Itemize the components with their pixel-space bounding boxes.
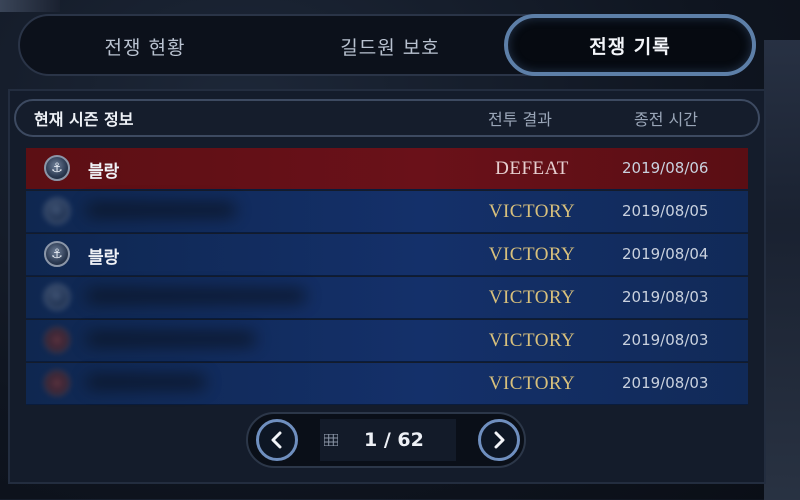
battle-result: DEFEAT [495,158,569,179]
tab-war-record[interactable]: 전쟁 기록 [504,14,756,76]
pagination: 1 / 62 [246,412,526,468]
table-row[interactable]: ⚓ 블랑 DEFEAT 2019/08/06 [26,148,748,190]
blurred-guild-name [86,203,236,217]
battle-result: VICTORY [488,330,576,351]
record-list: ⚓ 블랑 DEFEAT 2019/08/06 VICTORY 2019/08/0… [26,148,748,406]
corner-decoration [0,0,60,12]
table-row[interactable]: VICTORY 2019/08/05 [26,191,748,233]
header-season-info: 현재 시즌 정보 [34,110,134,129]
anchor-emblem-icon: ⚓ [44,241,70,267]
end-date: 2019/08/03 [622,374,709,392]
tab-war-status[interactable]: 전쟁 현황 [20,20,270,72]
battle-result: VICTORY [488,244,576,265]
chevron-right-icon [494,431,505,449]
guild-emblem-icon [44,198,70,224]
header-end-time: 종전 시간 [634,110,698,129]
end-date: 2019/08/05 [622,202,709,220]
table-row[interactable]: VICTORY 2019/08/03 [26,363,748,405]
blurred-guild-name [86,332,256,346]
header-battle-result: 전투 결과 [488,110,552,129]
tab-guild-protection[interactable]: 길드원 보호 [270,20,510,72]
table-header: 현재 시즌 정보 전투 결과 종전 시간 [14,99,760,137]
end-date: 2019/08/03 [622,288,709,306]
end-date: 2019/08/03 [622,331,709,349]
guild-emblem-icon [44,327,70,353]
end-date: 2019/08/04 [622,245,709,263]
tab-bar: 전쟁 현황 길드원 보호 전쟁 기록 [18,14,756,76]
table-row[interactable]: VICTORY 2019/08/03 [26,277,748,319]
table-row[interactable]: VICTORY 2019/08/03 [26,320,748,362]
page-indicator: 1 / 62 [320,419,456,461]
prev-page-button[interactable] [256,419,298,461]
guild-emblem-icon [44,284,70,310]
battle-result: VICTORY [488,373,576,394]
guild-name: 블랑 [88,248,120,268]
guild-name: 블랑 [88,162,120,182]
chevron-left-icon [271,431,282,449]
next-page-button[interactable] [478,419,520,461]
blurred-guild-name [86,289,306,303]
anchor-emblem-icon: ⚓ [44,155,70,181]
side-decoration [764,40,800,500]
battle-result: VICTORY [488,287,576,308]
blurred-guild-name [86,375,206,389]
end-date: 2019/08/06 [622,159,709,177]
table-row[interactable]: ⚓ 블랑 VICTORY 2019/08/04 [26,234,748,276]
guild-emblem-icon [44,370,70,396]
grid-icon[interactable] [324,434,338,446]
page-count: 1 / 62 [364,429,424,451]
battle-result: VICTORY [488,201,576,222]
